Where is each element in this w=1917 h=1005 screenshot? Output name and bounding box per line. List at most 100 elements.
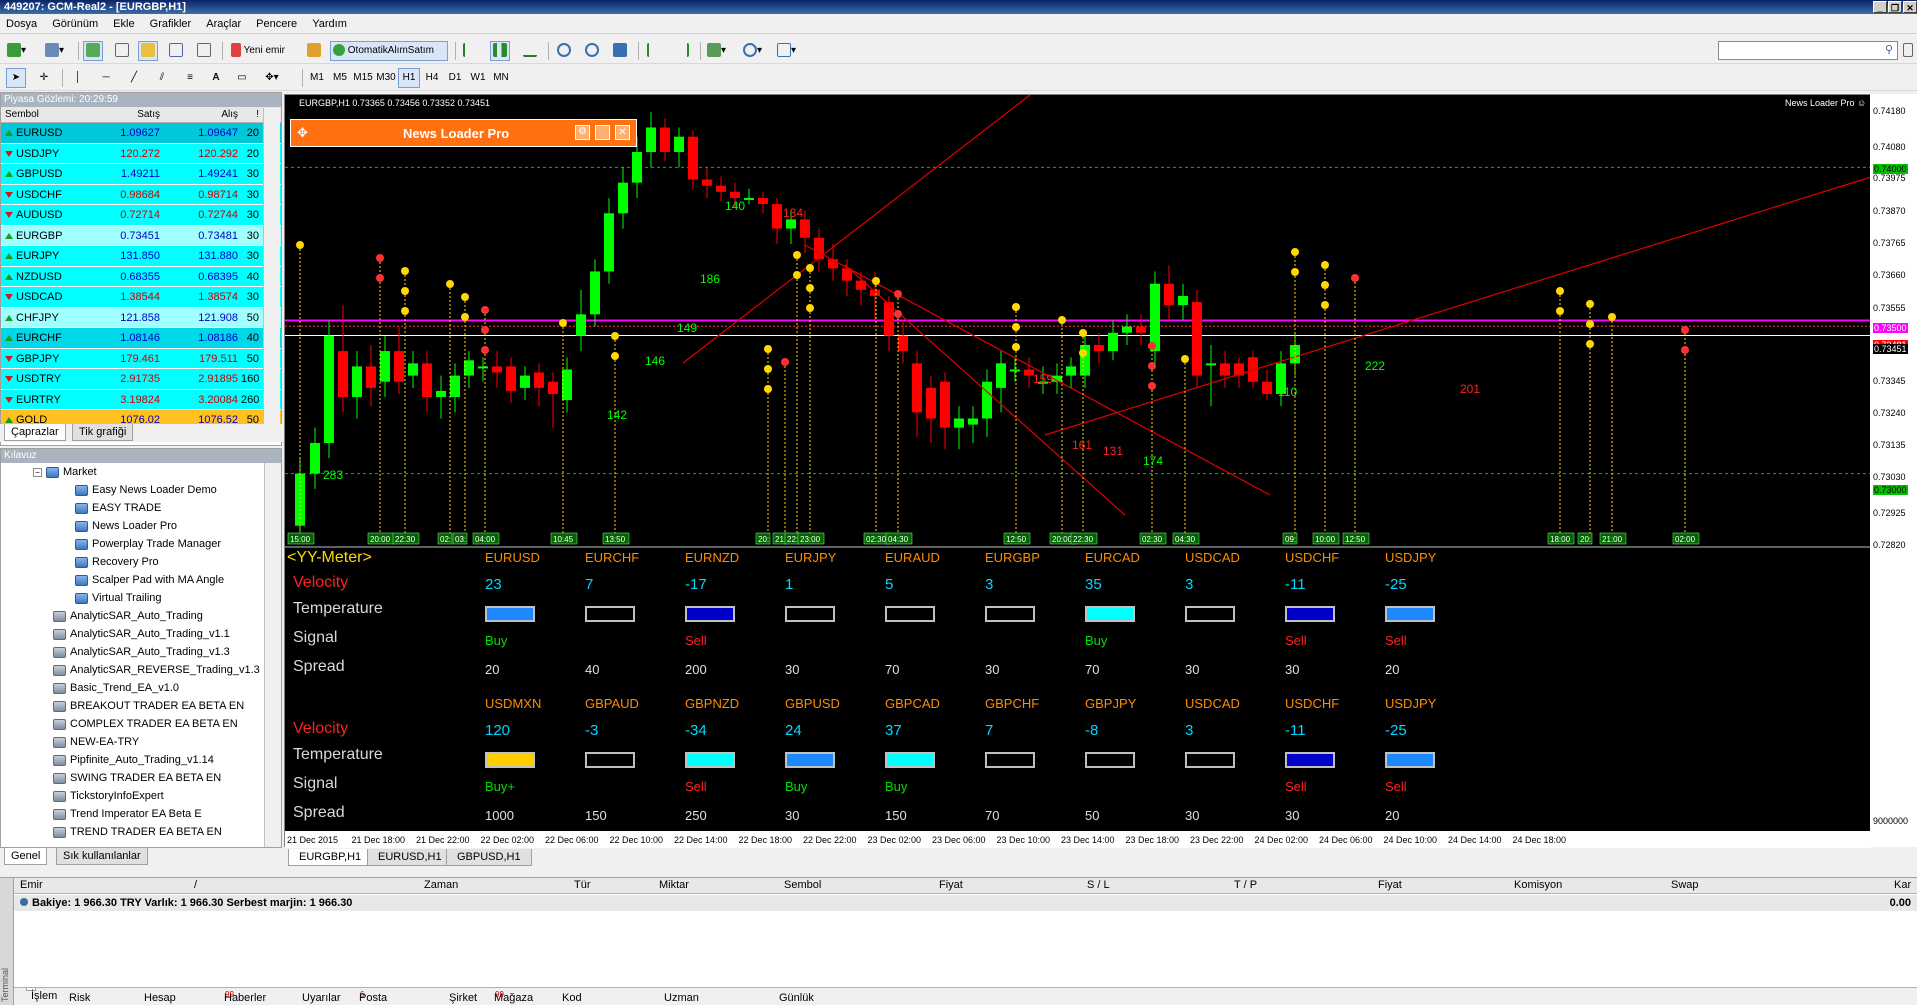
navigator-market-item[interactable]: Easy News Loader Demo [75,483,217,497]
market-watch-row[interactable]: GBPJPY 179.461 179.511 50 [1,348,281,369]
timeframe-m15[interactable]: M15 [352,68,374,88]
col-bid[interactable]: Satış [83,107,163,122]
close-button[interactable]: ✕ [1903,1,1917,13]
zoom-in-button[interactable] [554,41,574,61]
navigator-expert-item[interactable]: SWING TRADER EA BETA EN [53,771,221,785]
vertical-line-button[interactable]: │ [68,68,88,88]
market-watch-row[interactable]: USDJPY 120.272 120.292 20 [1,143,281,164]
trendline-button[interactable]: ╱ [124,68,144,88]
menu-tools[interactable]: Araçlar [200,14,247,34]
settings-icon[interactable]: ⚙ [575,125,590,140]
timeframe-m30[interactable]: M30 [375,68,397,88]
terminal-tab[interactable]: İşlem [26,988,57,1002]
market-watch-row[interactable]: USDTRY 2.91735 2.91895 160 [1,369,281,390]
col-symbol[interactable]: Sembol [784,879,821,891]
market-watch-button[interactable] [83,41,103,61]
navigator-market-item[interactable]: Virtual Trailing [75,591,162,605]
chart-shift-button[interactable] [672,41,692,61]
fibo-button[interactable]: ≡ [180,68,200,88]
market-watch-scrollbar[interactable] [263,108,280,424]
tab-favorites[interactable]: Sık kullanılanlar [56,848,148,865]
new-order-button[interactable]: Yeni emir [228,41,300,61]
indicators-button[interactable]: ▾ [706,41,727,61]
navigator-market-item[interactable]: EASY TRADE [75,501,161,515]
col-sl[interactable]: S / L [1087,879,1110,891]
timeframe-m1[interactable]: M1 [306,68,328,88]
market-watch-row[interactable]: CHFJPY 121.858 121.908 50 [1,307,281,328]
col-tp[interactable]: T / P [1234,879,1257,891]
market-watch-row[interactable]: USDCHF 0.98684 0.98714 30 [1,184,281,205]
terminal-tab[interactable]: Haberler 99 [224,990,266,1005]
navigator-expert-item[interactable]: AnalyticSAR_REVERSE_Trading_v1.3 [53,663,260,677]
col-time[interactable]: Zaman [424,879,458,891]
col-spread[interactable]: ! [241,107,261,122]
metaeditor-button[interactable] [304,41,324,61]
restore-button[interactable]: ❐ [1888,1,1902,13]
templates-button[interactable]: ▾ [776,41,797,61]
market-watch-row[interactable]: EURGBP 0.73451 0.73481 30 [1,225,281,246]
terminal-tab[interactable]: Posta kutusu6 [359,990,391,1005]
navigator-scrollbar[interactable] [264,463,281,847]
price-chart[interactable]: 15:00 20:00 22:30 02: 03: 04:00 10:45 13:50 20: 2… [285,95,1871,848]
col-volume[interactable]: Miktar [659,879,689,891]
col-swap[interactable]: Swap [1671,879,1699,891]
navigator-market-item[interactable]: News Loader Pro [75,519,177,533]
terminal-button[interactable] [166,41,186,61]
search-icon[interactable]: ⚲ [1885,43,1893,56]
crosshair-button[interactable]: ✛ [34,68,54,88]
data-window-button[interactable] [112,41,132,61]
col-ask[interactable]: Alış [163,107,241,122]
tab-eurusd[interactable]: EURUSD,H1 [367,849,453,866]
timeframe-d1[interactable]: D1 [444,68,466,88]
market-watch-row[interactable]: AUDUSD 0.72714 0.72744 30 [1,205,281,226]
market-watch-row[interactable]: GBPUSD 1.49211 1.49241 30 [1,164,281,185]
tab-common[interactable]: Genel [4,848,48,865]
market-watch-row[interactable]: EURUSD 1.09627 1.09647 20 [1,123,281,144]
tab-tick-chart[interactable]: Tik grafiği [72,424,134,441]
navigator-expert-item[interactable]: Pipfinite_Auto_Trading_v1.14 [53,753,214,767]
text-tool-button[interactable]: A [206,68,226,88]
candle-chart-button[interactable] [490,41,510,61]
navigator-expert-item[interactable]: BREAKOUT TRADER EA BETA EN [53,699,244,713]
col-price[interactable]: Fiyat [939,879,963,891]
col-commission[interactable]: Komisyon [1514,879,1562,891]
autoscroll-button[interactable] [644,41,664,61]
bar-chart-button[interactable] [460,41,480,61]
timeframe-mn[interactable]: MN [490,68,512,88]
menu-view[interactable]: Görünüm [46,14,104,34]
channel-button[interactable]: ⫽ [152,68,172,88]
close-panel-icon[interactable]: ✕ [615,125,630,140]
market-watch-row[interactable]: USDCAD 1.38544 1.38574 30 [1,287,281,308]
periods-button[interactable]: ▾ [742,41,763,61]
collapse-icon[interactable]: − [33,468,42,477]
timeframe-m5[interactable]: M5 [329,68,351,88]
minimize-button[interactable]: _ [1873,1,1887,13]
navigator-expert-item[interactable]: TREND TRADER EA BETA EN [53,825,222,839]
menu-insert[interactable]: Ekle [107,14,140,34]
search-input[interactable] [1719,42,1874,58]
tab-symbols[interactable]: Çaprazlar [4,424,66,441]
tile-windows-button[interactable] [610,41,630,61]
timeframe-h4[interactable]: H4 [421,68,443,88]
chart-window[interactable]: 15:00 20:00 22:30 02: 03: 04:00 10:45 13:50 20: 2… [284,94,1884,848]
news-loader-panel[interactable]: ✥ News Loader Pro ⚙ ✕ [290,119,637,147]
col-profit[interactable]: Kar [1894,879,1911,891]
label-tool-button[interactable]: ▭ [232,68,252,88]
tab-gbpusd[interactable]: GBPUSD,H1 [446,849,532,866]
menu-file[interactable]: Dosya [0,14,43,34]
menu-charts[interactable]: Grafikler [144,14,198,34]
col-order[interactable]: Emir [20,879,43,891]
market-watch-row[interactable]: EURJPY 131.850 131.880 30 [1,246,281,267]
community-button[interactable] [1898,41,1917,61]
market-watch-row[interactable]: EURTRY 3.19824 3.20084 260 [1,389,281,410]
zoom-out-button[interactable] [582,41,602,61]
autotrading-button[interactable]: OtomatikAlımSatım [330,41,448,61]
tester-button[interactable] [194,41,214,61]
navigator-expert-item[interactable]: Trend Imperator EA Beta E [53,807,202,821]
new-chart-button[interactable]: ▾ [6,41,27,61]
navigator-expert-item[interactable]: Basic_Trend_EA_v1.0 [53,681,179,695]
menu-window[interactable]: Pencere [250,14,303,34]
navigator-folder-market[interactable]: − Market [33,465,97,479]
horizontal-line-button[interactable]: ─ [96,68,116,88]
col-sort-icon[interactable]: / [194,879,197,891]
